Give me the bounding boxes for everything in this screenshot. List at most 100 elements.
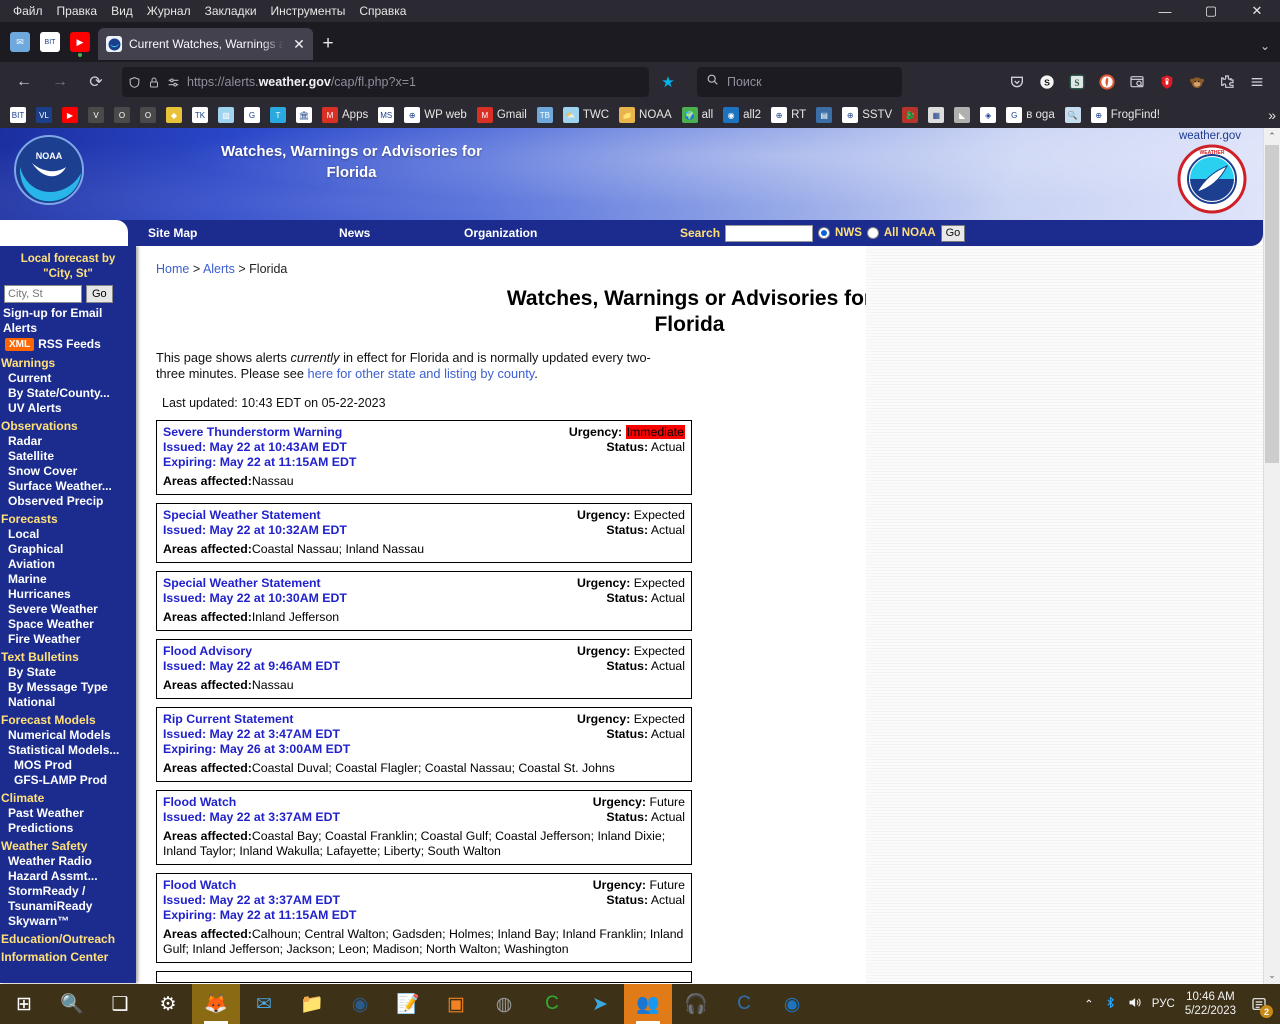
sidebar-item-aviation[interactable]: Aviation [0,557,136,572]
bookmarks-overflow-icon[interactable]: » [1268,107,1276,123]
bookmark-item[interactable]: ◈ [976,105,1000,125]
people-icon[interactable]: 👥 [624,984,672,1024]
bluetooth-icon[interactable] [1104,995,1117,1013]
alert-title-link[interactable]: Special Weather Statement [163,508,347,523]
sidebar-item-skywarn[interactable]: Skywarn™ [0,914,136,929]
maximize-button[interactable]: ▢ [1188,0,1234,22]
bookmark-item[interactable]: 📁 NOAA [615,105,676,125]
calibre-icon[interactable]: C [720,984,768,1024]
sidebar-item-fire-weather[interactable]: Fire Weather [0,632,136,647]
intro-link[interactable]: here for other state and listing by coun… [308,366,535,381]
close-button[interactable]: ✕ [1234,0,1280,22]
firefox-taskbar-icon[interactable]: 🦊 [192,984,240,1024]
extensions-icon[interactable] [1214,69,1240,95]
nav-organization[interactable]: Organization [464,226,537,240]
bookmark-item[interactable]: ▤ [812,105,836,125]
headphones-icon[interactable]: 🎧 [672,984,720,1024]
menu-file[interactable]: Файл [6,2,50,20]
alert-issued-link[interactable]: Issued: May 22 at 10:43AM EDT [163,440,356,455]
sidebar-item-local[interactable]: Local [0,527,136,542]
reload-button[interactable]: ⟳ [80,67,112,97]
sidebar-item-marine[interactable]: Marine [0,572,136,587]
pocket-icon[interactable] [1004,69,1030,95]
sidebar-item-by-state-county[interactable]: By State/County... [0,386,136,401]
bookmark-item[interactable]: MS [374,105,398,125]
sidebar-item-numerical-models[interactable]: Numerical Models [0,728,136,743]
scroll-up-icon[interactable]: ⌃ [1264,128,1280,145]
menu-bookmarks[interactable]: Закладки [198,2,264,20]
menu-history[interactable]: Журнал [140,2,198,20]
bookmark-item[interactable]: TK [188,105,212,125]
sidebar-item-gfs-lamp-prod[interactable]: GFS-LAMP Prod [0,773,136,788]
alert-title-link[interactable]: Rip Current Statement [163,712,350,727]
bookmark-item[interactable]: TB [533,105,557,125]
bookmark-item[interactable]: BIT [6,105,30,125]
bookmark-item[interactable]: ▨ [214,105,238,125]
duckduckgo-privacy-icon[interactable] [1094,69,1120,95]
forward-button[interactable]: → [44,67,76,97]
volume-icon[interactable] [1127,995,1142,1013]
simplify-extension-icon[interactable]: S [1064,69,1090,95]
sidebar-item-surface-weather[interactable]: Surface Weather... [0,479,136,494]
weather-gov-label[interactable]: weather.gov [1179,130,1241,142]
bookmark-item[interactable]: ▦ [924,105,948,125]
language-indicator[interactable]: РУС [1152,998,1175,1010]
sidebar-item-hurricanes[interactable]: Hurricanes [0,587,136,602]
bookmark-item[interactable]: VL [32,105,56,125]
password-manager-icon[interactable] [1154,69,1180,95]
notepad-editor-icon[interactable]: 📝 [384,984,432,1024]
alert-issued-link[interactable]: Issued: May 22 at 10:32AM EDT [163,523,347,538]
sidebar-item-severe-weather[interactable]: Severe Weather [0,602,136,617]
bookmark-item[interactable]: ⊕ FrogFind! [1087,105,1164,125]
bookmark-item[interactable]: 🐉 [898,105,922,125]
sidebar-group-information-center[interactable]: Information Center [0,947,136,965]
bookmark-item[interactable]: Gв oga [1002,105,1059,125]
sidebar-item-statistical-models[interactable]: Statistical Models... [0,743,136,758]
vmware-icon[interactable]: ▣ [432,984,480,1024]
lock-icon[interactable] [148,76,160,89]
sidebar-item-current[interactable]: Current [0,371,136,386]
sidebar-item-observed-precip[interactable]: Observed Precip [0,494,136,509]
bitview-icon[interactable]: BIT [40,32,60,52]
alert-title-link[interactable]: Flood Advisory [163,644,340,659]
sidebar-item-past-weather[interactable]: Past Weather [0,806,136,821]
calc-green-icon[interactable]: C [528,984,576,1024]
thunderbird-taskbar-icon[interactable]: ✉ [10,32,30,52]
file-explorer-icon[interactable]: 📁 [288,984,336,1024]
bookmark-item[interactable]: ⊕ SSTV [838,105,896,125]
bookmark-item[interactable]: V [84,105,108,125]
screenshot-extension-icon[interactable] [1124,69,1150,95]
start-button[interactable]: ⊞ [0,984,48,1024]
bookmark-item[interactable]: G [240,105,264,125]
city-state-input[interactable] [4,285,82,303]
alert-issued-link[interactable]: Issued: May 22 at 3:47AM EDT [163,727,350,742]
sidebar-item-stormready[interactable]: StormReady / [0,884,136,899]
sidebar-item-hazard-assmt[interactable]: Hazard Assmt... [0,869,136,884]
telegram-taskbar-icon[interactable]: ➤ [576,984,624,1024]
bookmark-item[interactable]: M Gmail [473,105,531,125]
site-search-go-button[interactable]: Go [940,224,966,242]
sidebar-item-rss-feeds[interactable]: XML RSS Feeds [0,336,136,353]
breadcrumb-alerts[interactable]: Alerts [203,262,235,276]
sidebar-item-tsunamiready[interactable]: TsunamiReady [0,899,136,914]
bookmark-star-icon[interactable]: ★ [653,67,683,97]
sidebar-item-satellite[interactable]: Satellite [0,449,136,464]
alert-issued-link[interactable]: Issued: May 22 at 10:30AM EDT [163,591,347,606]
alert-issued-link[interactable]: Issued: May 22 at 3:37AM EDT [163,810,340,825]
bookmark-item[interactable]: ⊕ RT [767,105,810,125]
bookmark-item[interactable]: ◆ [162,105,186,125]
breadcrumb-home[interactable]: Home [156,262,189,276]
alert-issued-link[interactable]: Issued: May 22 at 3:37AM EDT [163,893,356,908]
radio-nws[interactable] [818,227,831,239]
sidebar-item-space-weather[interactable]: Space Weather [0,617,136,632]
thunderbird-taskbar-icon[interactable]: ✉ [240,984,288,1024]
alert-title-link[interactable]: Severe Thunderstorm Warning [163,425,356,440]
close-tab-icon[interactable]: ✕ [291,36,307,53]
sidebar-group-forecast-models[interactable]: Forecast Models [0,710,136,728]
menu-edit[interactable]: Правка [50,2,105,20]
bookmark-item[interactable]: ◣ [950,105,974,125]
alert-title-link[interactable]: Special Weather Statement [163,576,347,591]
alert-title-link[interactable]: Flood Watch [163,795,340,810]
sidebar-group-education-outreach[interactable]: Education/Outreach [0,929,136,947]
menu-help[interactable]: Справка [352,2,413,20]
